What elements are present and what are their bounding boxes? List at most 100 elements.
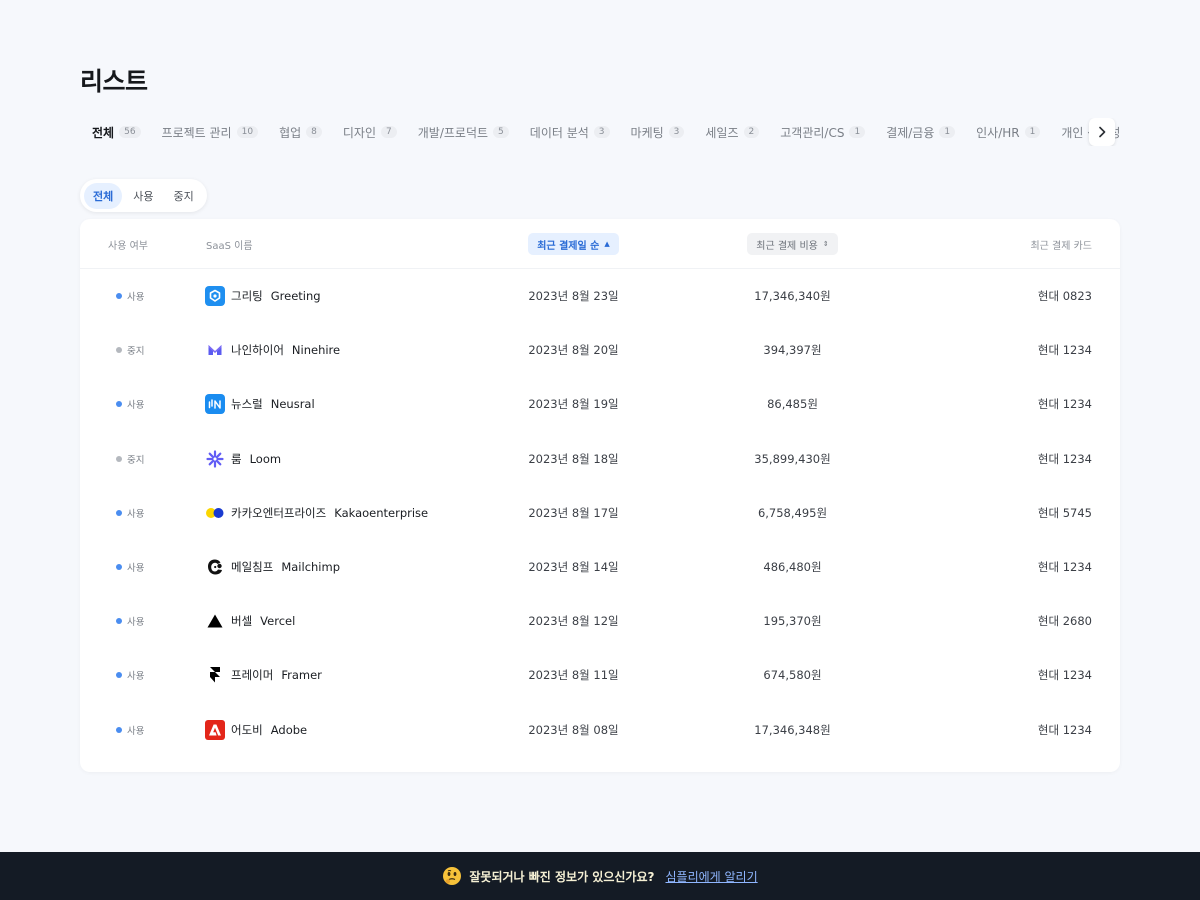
table-row[interactable]: 사용 그리팅 Greeting 2023년 8월 23일 17,346,340원… — [80, 269, 1120, 323]
loom-logo-icon — [205, 449, 225, 469]
payment-cost: 35,899,430원 — [754, 451, 831, 466]
saas-name-cell[interactable]: 어도비 Adobe — [205, 703, 307, 757]
category-tab-label: 데이터 분석 — [529, 125, 589, 140]
saas-name-english: Adobe — [270, 722, 308, 737]
payment-cost: 17,346,348원 — [754, 722, 831, 737]
sort-cost-chip[interactable]: 최근 결제 비용 ⇕ — [747, 233, 838, 255]
table-row[interactable]: 사용 메일침프 Mailchimp 2023년 8월 14일 486,480원 … — [80, 540, 1120, 594]
footer-message: 잘못되거나 빠진 정보가 있으신가요? — [469, 869, 655, 884]
payment-date: 2023년 8월 12일 — [528, 614, 619, 629]
status-filter-all[interactable]: 전체 — [84, 182, 123, 209]
status-label: 중지 — [127, 454, 145, 466]
saas-name-english: Greeting — [270, 289, 321, 304]
status-filter-segmented: 전체 사용 중지 — [80, 179, 207, 212]
status-filter-paused[interactable]: 중지 — [165, 183, 203, 209]
category-tab-data-analysis[interactable]: 데이터 분석 3 — [518, 118, 619, 146]
mailchimp-logo-icon — [205, 557, 225, 577]
category-tab-sales[interactable]: 세일즈 2 — [693, 118, 768, 146]
table-row[interactable]: 사용 어도비 Adobe 2023년 8월 08일 17,346,348원 현대… — [80, 703, 1120, 757]
saas-name-korean: 룸 — [231, 451, 242, 466]
category-count-badge: 7 — [381, 126, 397, 138]
category-count-badge: 2 — [743, 126, 760, 138]
table-row[interactable]: 사용 뉴스럴 Neusral 2023년 8월 19일 86,485원 현대 1… — [80, 377, 1120, 431]
saas-name-cell[interactable]: 버셀 Vercel — [205, 594, 295, 648]
greeting-logo-icon — [205, 286, 225, 307]
status-filter-active[interactable]: 사용 — [124, 183, 162, 209]
category-tab-label: 디자인 — [342, 125, 377, 140]
category-count-badge: 3 — [668, 126, 685, 138]
payment-date: 2023년 8월 14일 — [528, 560, 619, 575]
saas-name-cell[interactable]: 룸 Loom — [205, 432, 281, 486]
payment-date: 2023년 8월 20일 — [528, 343, 619, 358]
table-row[interactable]: 중지 나인하이어 Ninehire 2023년 8월 20일 394,397원 … — [80, 323, 1120, 377]
category-tabs: 전체 56 프로젝트 관리 10 협업 8 디자인 7 개발/프로덕트 5 데이… — [80, 118, 1120, 146]
category-tab-label: 프로젝트 관리 — [161, 125, 232, 140]
report-link[interactable]: 심플리에게 알리기 — [665, 868, 757, 885]
header-date-sort[interactable]: 최근 결제일 순 ▲ — [528, 219, 619, 269]
table-row[interactable]: 사용 버셀 Vercel 2023년 8월 12일 195,370원 현대 26… — [80, 594, 1120, 648]
ninehire-logo-icon — [205, 340, 225, 360]
saas-name-english: Kakaoenterprise — [334, 505, 429, 520]
payment-date: 2023년 8월 19일 — [528, 397, 619, 412]
payment-date: 2023년 8월 17일 — [528, 505, 619, 520]
table-row[interactable]: 중지 룸 Loom 2023년 8월 18일 35,899,430원 현대 12… — [80, 432, 1120, 486]
status-label: 사용 — [127, 400, 145, 412]
category-count-badge: 10 — [236, 126, 259, 138]
category-tab-payment-finance[interactable]: 결제/금융 1 — [874, 118, 964, 146]
table-row[interactable]: 사용 카카오엔터프라이즈 Kakaoenterprise 2023년 8월 17… — [80, 486, 1120, 540]
saas-name-cell[interactable]: 카카오엔터프라이즈 Kakaoenterprise — [205, 486, 428, 540]
status-badge: 사용 — [116, 594, 144, 648]
payment-cost: 486,480원 — [763, 560, 822, 575]
saas-name-cell[interactable]: 나인하이어 Ninehire — [205, 323, 340, 377]
payment-cost: 6,758,495원 — [757, 505, 828, 520]
saas-table: 사용 여부 SaaS 이름 최근 결제일 순 ▲ 최근 결제 비용 ⇕ 최근 결… — [80, 219, 1120, 772]
saas-name-korean: 그리팅 — [231, 289, 263, 304]
category-tab-hr[interactable]: 인사/HR 1 — [964, 118, 1049, 146]
category-tab-dev-product[interactable]: 개발/프로덕트 5 — [406, 118, 518, 146]
category-tab-all[interactable]: 전체 56 — [80, 118, 150, 146]
saas-name-cell[interactable]: 메일침프 Mailchimp — [205, 540, 340, 594]
vercel-logo-icon — [205, 611, 225, 631]
payment-card: 현대 1234 — [1037, 668, 1092, 683]
category-tab-design[interactable]: 디자인 7 — [331, 118, 406, 146]
category-scroll-next-button[interactable] — [1089, 118, 1115, 146]
saas-name-cell[interactable]: 그리팅 Greeting — [205, 269, 321, 323]
status-badge: 사용 — [116, 269, 144, 323]
status-badge: 사용 — [116, 540, 144, 594]
status-badge: 사용 — [116, 486, 144, 540]
saas-name-english: Ninehire — [291, 343, 341, 358]
payment-card: 현대 1234 — [1037, 722, 1092, 737]
category-tab-project-management[interactable]: 프로젝트 관리 10 — [150, 118, 268, 146]
saas-name-korean: 버셀 — [231, 614, 253, 629]
sort-ascending-icon: ▲ — [604, 239, 610, 248]
category-tab-marketing[interactable]: 마케팅 3 — [619, 118, 694, 146]
sort-date-chip[interactable]: 최근 결제일 순 ▲ — [528, 233, 619, 255]
payment-cost: 195,370원 — [763, 614, 822, 629]
header-card: 최근 결제 카드 — [1030, 240, 1092, 252]
status-dot — [116, 455, 122, 462]
table-header: 사용 여부 SaaS 이름 최근 결제일 순 ▲ 최근 결제 비용 ⇕ 최근 결… — [80, 219, 1120, 269]
status-label: 사용 — [127, 617, 145, 629]
status-badge: 사용 — [116, 648, 144, 702]
status-dot — [116, 726, 122, 733]
payment-date: 2023년 8월 08일 — [528, 722, 619, 737]
category-count-badge: 1 — [1024, 126, 1041, 138]
status-dot — [116, 672, 122, 679]
status-dot — [116, 347, 122, 354]
category-tab-customer-cs[interactable]: 고객관리/CS 1 — [768, 118, 874, 146]
category-tab-collaboration[interactable]: 협업 8 — [267, 118, 331, 146]
feedback-footer: 잘못되거나 빠진 정보가 있으신가요? 심플리에게 알리기 — [0, 852, 1200, 900]
category-tab-label: 협업 — [279, 125, 302, 140]
neusral-logo-icon — [205, 394, 225, 415]
category-count-badge: 5 — [493, 126, 509, 138]
status-dot — [116, 293, 122, 300]
thinking-face-icon — [443, 867, 462, 885]
saas-name-cell[interactable]: 프레이머 Framer — [205, 648, 322, 702]
payment-cost: 17,346,340원 — [754, 289, 831, 304]
status-badge: 사용 — [116, 377, 144, 431]
saas-name-korean: 어도비 — [231, 722, 263, 737]
table-row[interactable]: 사용 프레이머 Framer 2023년 8월 11일 674,580원 현대 … — [80, 648, 1120, 702]
saas-name-cell[interactable]: 뉴스럴 Neusral — [205, 377, 315, 431]
header-cost-sort[interactable]: 최근 결제 비용 ⇕ — [747, 219, 838, 269]
status-label: 사용 — [127, 508, 145, 520]
